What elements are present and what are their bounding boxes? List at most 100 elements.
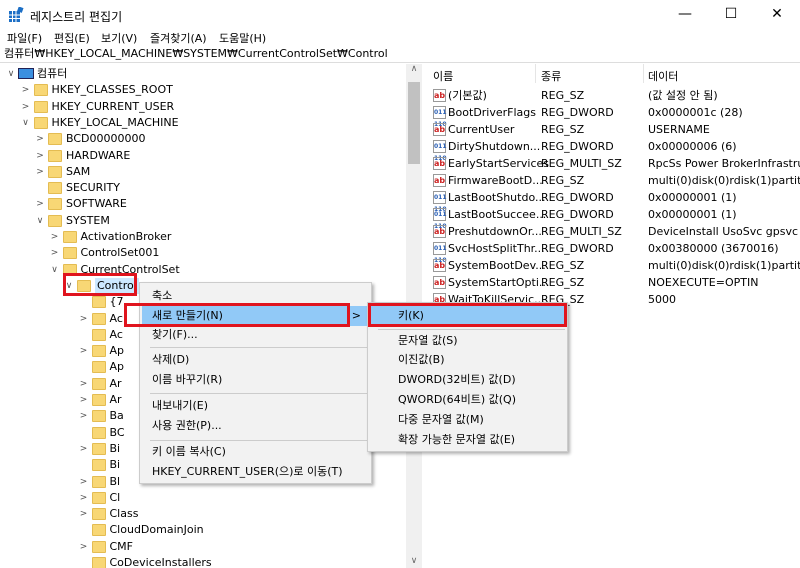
submenu-item-string[interactable]: 문자열 값(S) — [370, 331, 565, 351]
menu-item-permissions[interactable]: 사용 권한(P)... — [142, 416, 369, 436]
column-divider[interactable] — [643, 64, 644, 83]
value-row[interactable]: 011 110 LastBootSuccee... REG_DWORD 0x000… — [425, 206, 800, 230]
scroll-down-icon[interactable]: ∨ — [406, 556, 422, 566]
expand-toggle-icon[interactable]: > — [50, 229, 60, 245]
expand-toggle-icon[interactable]: > — [79, 506, 89, 522]
menu-item-export[interactable]: 내보내기(E) — [142, 396, 369, 416]
expand-toggle-icon[interactable]: ∨ — [35, 213, 45, 229]
tree-node-label: SECURITY — [66, 181, 120, 195]
scroll-up-icon[interactable]: ∧ — [406, 64, 422, 74]
value-type: REG_SZ — [541, 276, 585, 289]
menu-item-delete[interactable]: 삭제(D) — [142, 350, 369, 370]
expand-toggle-icon[interactable]: > — [79, 539, 89, 555]
menu-item-copy-key-name[interactable]: 키 이름 복사(C) — [142, 442, 369, 462]
column-header-name[interactable]: 이름 — [433, 68, 453, 84]
tree-node[interactable]: > BCD00000000 — [0, 131, 406, 147]
value-row[interactable]: ab FirmwareBootD... REG_SZ multi(0)disk(… — [425, 172, 800, 189]
value-data: 0x00000001 (1) — [648, 191, 737, 204]
column-divider[interactable] — [535, 64, 536, 83]
menu-item-goto-hkcu[interactable]: HKEY_CURRENT_USER(으)로 이동(T) — [142, 462, 369, 482]
menu-file[interactable]: 파일(F) — [7, 30, 42, 46]
expand-toggle-icon[interactable]: > — [21, 99, 31, 115]
tree-node[interactable]: > HARDWARE — [0, 148, 406, 164]
binary-value-icon: 011 110 — [433, 140, 447, 162]
value-row[interactable]: 011 110 BootDriverFlags REG_DWORD 0x00000… — [425, 104, 800, 128]
address-bar[interactable]: 컴퓨터₩HKEY_LOCAL_MACHINE₩SYSTEM₩CurrentCon… — [0, 46, 800, 63]
tree-node-label: CloudDomainJoin — [109, 523, 204, 537]
expand-toggle-icon[interactable]: > — [79, 408, 89, 424]
minimize-button[interactable]: — — [662, 0, 708, 30]
folder-icon — [48, 214, 62, 227]
tree-scroll-thumb[interactable] — [408, 82, 420, 164]
expand-toggle-icon[interactable]: > — [50, 245, 60, 261]
submenu-item-dword[interactable]: DWORD(32비트) 값(D) — [370, 370, 565, 390]
expand-toggle-icon[interactable]: > — [79, 474, 89, 490]
close-button[interactable]: ✕ — [754, 0, 800, 30]
menu-help[interactable]: 도움말(H) — [219, 30, 266, 46]
tree-node[interactable]: ∨ 컴퓨터 — [0, 66, 406, 82]
value-row[interactable]: ab SystemStartOpti... REG_SZ NOEXECUTE=O… — [425, 274, 800, 291]
expand-toggle-icon[interactable]: > — [79, 392, 89, 408]
value-row[interactable]: ab PreshutdownOr... REG_MULTI_SZ DeviceI… — [425, 223, 800, 240]
expand-toggle-icon[interactable]: > — [79, 311, 89, 327]
menu-item-find[interactable]: 찾기(F)... — [142, 325, 369, 345]
maximize-button[interactable]: ☐ — [708, 0, 754, 30]
submenu-item-binary[interactable]: 이진값(B) — [370, 350, 565, 370]
expand-toggle-icon[interactable]: ∨ — [50, 262, 60, 278]
expand-toggle-icon[interactable]: ∨ — [21, 115, 31, 131]
menu-item-rename[interactable]: 이름 바꾸기(R) — [142, 370, 369, 390]
tree-node[interactable]: > Cl — [0, 490, 406, 506]
tree-node[interactable]: > SOFTWARE — [0, 196, 406, 212]
expand-toggle-icon[interactable]: > — [35, 148, 45, 164]
folder-icon — [91, 345, 106, 358]
tree-node[interactable]: > HKEY_CURRENT_USER — [0, 99, 406, 115]
tree-node[interactable]: SECURITY — [0, 180, 406, 196]
tree-node[interactable]: > CMF — [0, 539, 406, 555]
tree-node[interactable]: ∨ SYSTEM — [0, 213, 406, 229]
value-row[interactable]: 011 110 LastBootShutdo... REG_DWORD 0x000… — [425, 189, 800, 213]
menu-edit[interactable]: 편집(E) — [54, 30, 90, 46]
tree-node[interactable]: > Class — [0, 506, 406, 522]
expand-toggle-icon[interactable]: > — [35, 164, 45, 180]
menu-separator — [150, 440, 369, 441]
value-row[interactable]: 011 110 DirtyShutdown... REG_DWORD 0x0000… — [425, 138, 800, 162]
expand-toggle-icon[interactable]: > — [79, 343, 89, 359]
column-header-data[interactable]: 데이터 — [648, 68, 678, 84]
column-header-type[interactable]: 종류 — [541, 68, 561, 84]
expand-toggle-icon[interactable]: > — [35, 131, 45, 147]
folder-icon — [91, 459, 106, 472]
value-name: SystemBootDev... — [448, 259, 546, 272]
tree-node-label: Ar — [109, 393, 122, 406]
folder-icon — [91, 557, 106, 568]
tree-node[interactable]: ∨ CurrentControlSet — [0, 262, 406, 278]
expand-toggle-icon[interactable]: > — [21, 82, 31, 98]
tree-node[interactable]: > ActivationBroker — [0, 229, 406, 245]
menu-view[interactable]: 보기(V) — [101, 30, 137, 46]
menu-separator — [150, 393, 369, 394]
value-row[interactable]: ab (기본값) REG_SZ (값 설정 안 됨) — [425, 87, 800, 104]
expand-toggle-icon[interactable]: > — [35, 196, 45, 212]
tree-node[interactable]: CoDeviceInstallers — [0, 555, 406, 568]
submenu-item-multi-string[interactable]: 다중 문자열 값(M) — [370, 410, 565, 430]
tree-node[interactable]: > HKEY_CLASSES_ROOT — [0, 82, 406, 98]
menu-bar: 파일(F) 편집(E) 보기(V) 즐겨찾기(A) 도움말(H) — [0, 30, 800, 46]
tree-node[interactable]: ∨ HKEY_LOCAL_MACHINE — [0, 115, 406, 131]
expand-toggle-icon[interactable]: > — [79, 441, 89, 457]
menu-favorites[interactable]: 즐겨찾기(A) — [150, 30, 207, 46]
value-row[interactable]: ab EarlyStartServices REG_MULTI_SZ RpcSs… — [425, 155, 800, 172]
value-row[interactable]: 011 110 SvcHostSplitThr... REG_DWORD 0x00… — [425, 240, 800, 264]
tree-node-label: SAM — [66, 164, 91, 178]
submenu-item-qword[interactable]: QWORD(64비트) 값(Q) — [370, 390, 565, 410]
value-row[interactable]: ab SystemBootDev... REG_SZ multi(0)disk(… — [425, 257, 800, 274]
folder-icon — [91, 296, 106, 309]
expand-toggle-icon[interactable]: ∨ — [6, 66, 16, 82]
tree-node-label: ActivationBroker — [80, 230, 172, 243]
tree-node[interactable]: CloudDomainJoin — [0, 522, 406, 538]
expand-toggle-icon[interactable]: > — [79, 490, 89, 506]
submenu-item-expandable-string[interactable]: 확장 가능한 문자열 값(E) — [370, 430, 565, 450]
value-row[interactable]: ab CurrentUser REG_SZ USERNAME — [425, 121, 800, 138]
expand-toggle-icon[interactable]: > — [79, 376, 89, 392]
tree-node[interactable]: > SAM — [0, 164, 406, 180]
tree-node[interactable]: > ControlSet001 — [0, 245, 406, 261]
tree-node-label: ControlSet001 — [80, 246, 160, 260]
